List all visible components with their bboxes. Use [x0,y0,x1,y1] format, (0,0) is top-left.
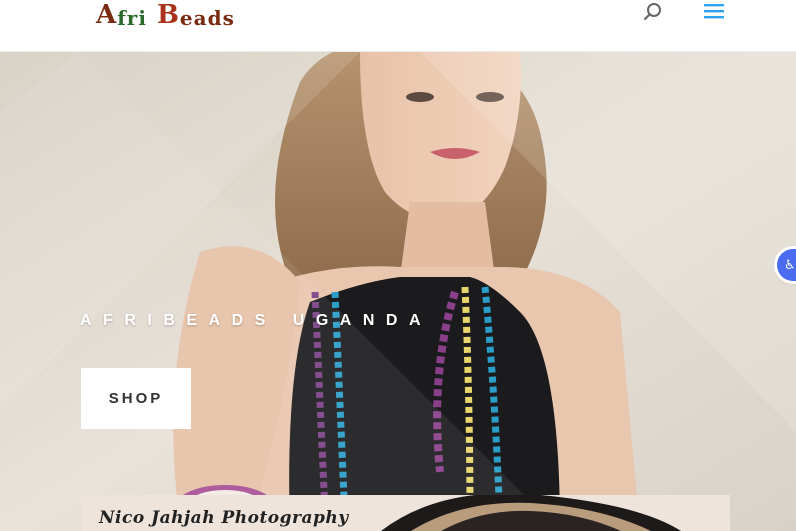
shop-button[interactable]: SHOP [81,368,191,429]
search-icon[interactable] [642,2,664,22]
logo-letter-b: B [156,0,180,30]
accessibility-glyph: ♿ [784,257,796,273]
hero-background-image [0,52,796,531]
photo-credit: Nico Jahjah Photography [99,508,349,528]
hero-section: AFRIBEADS UGANDA SHOP ♿ [0,52,796,531]
site-header: A fri B eads [0,0,796,52]
hero-title: AFRIBEADS UGANDA [80,312,432,329]
site-logo[interactable]: A fri B eads [96,0,235,28]
hamburger-menu-icon[interactable] [702,1,726,21]
logo-text-eads: eads [179,6,235,30]
photo-strip-image: Nico Jahjah Photography [81,495,730,531]
logo-text-fri: fri [117,6,147,30]
logo-letter-a: A [96,0,118,30]
